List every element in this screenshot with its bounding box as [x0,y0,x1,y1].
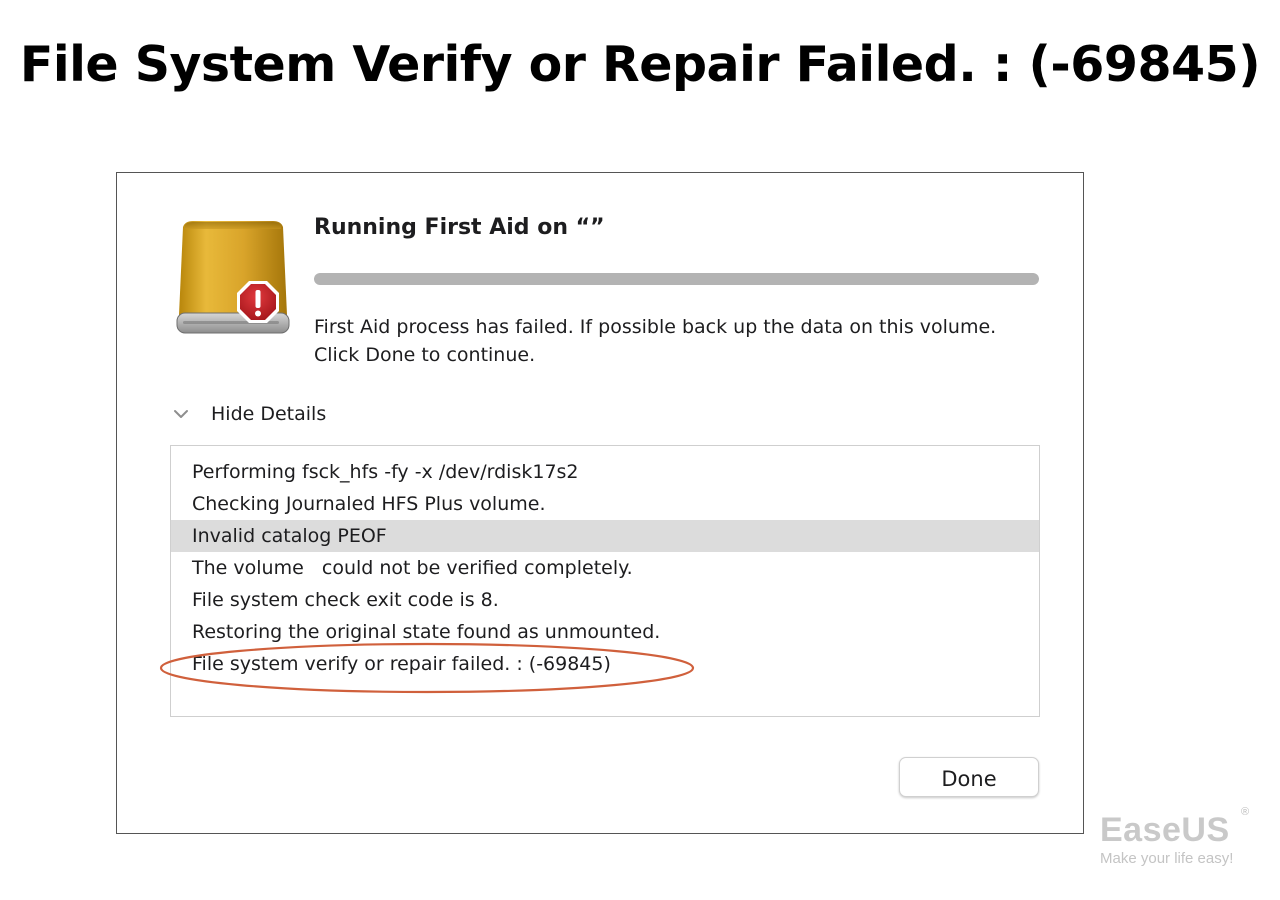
dialog-title: Running First Aid on “” [314,215,605,240]
log-line: File system check exit code is 8. [192,589,499,611]
hide-details-toggle[interactable]: Hide Details [171,403,326,425]
log-line: Restoring the original state found as un… [192,621,661,643]
brand-name: EaseUS [1100,811,1230,849]
progress-bar-fill [314,273,1039,285]
easeus-watermark: EaseUS ® Make your life easy! [1100,806,1260,867]
log-line: Checking Journaled HFS Plus volume. [192,493,546,515]
hide-details-label: Hide Details [211,403,327,425]
log-line: The volume could not be verified complet… [192,557,633,579]
first-aid-dialog: Running First Aid on “” First Aid proces… [116,172,1084,834]
page-headline: File System Verify or Repair Failed. : (… [19,36,1261,93]
brand-tagline: Make your life easy! [1100,850,1234,867]
status-message: First Aid process has failed. If possibl… [314,316,997,366]
details-log[interactable]: Performing fsck_hfs -fy -x /dev/rdisk17s… [170,445,1040,717]
chevron-down-icon [174,410,188,418]
progress-bar [314,273,1039,285]
registered-mark: ® [1241,806,1250,818]
clipped-log-line [171,446,1039,456]
log-line-error: File system verify or repair failed. : (… [192,653,611,675]
log-line-selected: Invalid catalog PEOF [171,520,1039,552]
log-line: Performing fsck_hfs -fy -x /dev/rdisk17s… [192,461,579,483]
done-button[interactable]: Done [899,757,1039,797]
external-drive-error-icon [173,219,297,343]
